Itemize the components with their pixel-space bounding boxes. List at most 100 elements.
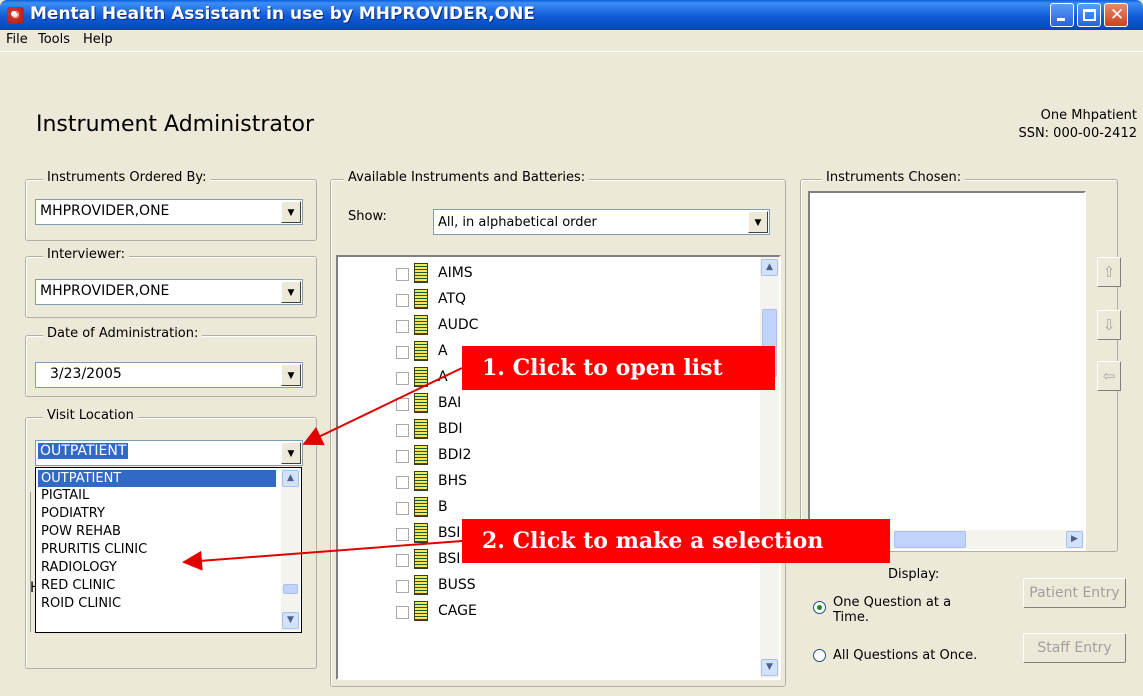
date-label: Date of Administration: [43,326,203,341]
scroll-thumb[interactable] [283,584,298,594]
ordered-by-label: Instruments Ordered By: [43,170,211,185]
checkbox[interactable] [396,398,409,411]
checkbox[interactable] [396,450,409,463]
checkbox[interactable] [396,424,409,437]
instruments-chosen-label: Instruments Chosen: [822,170,966,185]
instrument-label: A [438,369,448,385]
list-item-pigtail[interactable]: PIGTAIL [38,487,276,504]
instrument-label: ATQ [438,291,467,307]
document-icon [414,497,428,517]
radio-all-questions[interactable] [813,649,826,662]
list-item-radiology[interactable]: RADIOLOGY [38,559,276,576]
checkbox[interactable] [396,372,409,385]
option-one-question-label[interactable]: One Question at a Time. [833,595,973,625]
radio-one-question[interactable] [813,601,826,614]
document-icon [414,523,428,543]
checkbox[interactable] [396,476,409,489]
chevron-down-icon[interactable]: ▼ [281,281,301,303]
patient-ssn: SSN: 000-00-2412 [1018,126,1137,141]
instruments-chosen-list[interactable]: ▶ [808,191,1086,551]
available-instruments-label: Available Instruments and Batteries: [344,170,590,185]
instrument-label: BSI [438,525,461,541]
document-icon [414,601,428,621]
checkbox[interactable] [396,502,409,515]
maximize-button[interactable] [1077,3,1101,27]
show-filter-combo[interactable]: All, in alphabetical order ▼ [433,209,770,235]
document-icon [414,575,428,595]
instrument-scrollbar[interactable]: ▲ ▼ [760,257,779,678]
menu-help[interactable]: Help [83,32,113,47]
document-icon [414,471,428,491]
show-filter-value: All, in alphabetical order [438,215,597,230]
document-icon [414,289,428,309]
dropdown-scrollbar[interactable]: ▲ ▼ [281,469,300,631]
move-up-arrow-icon[interactable]: ⇧ [1097,257,1121,287]
list-item-outpatient[interactable]: OUTPATIENT [38,470,276,487]
checkbox[interactable] [396,580,409,593]
menu-file[interactable]: File [6,32,28,47]
checkbox[interactable] [396,346,409,359]
instrument-label: A [438,343,448,359]
staff-entry-button[interactable]: Staff Entry [1023,633,1126,663]
instrument-list[interactable]: AIMS ATQ AUDC A A BAI BDI BDI2 BHS B BSI [336,255,781,680]
page-title: Instrument Administrator [36,112,315,137]
instrument-label: B [438,499,448,515]
checkbox[interactable] [396,554,409,567]
option-all-questions-label[interactable]: All Questions at Once. [833,648,977,663]
checkbox[interactable] [396,528,409,541]
checkbox[interactable] [396,268,409,281]
instrument-label: BUSS [438,577,476,593]
chevron-down-icon[interactable]: ▼ [281,364,301,386]
list-item-pruritis-clinic[interactable]: PRURITIS CLINIC [38,541,276,558]
close-button[interactable]: ✕ [1104,3,1128,27]
list-item-red-clinic[interactable]: RED CLINIC [38,577,276,594]
checkbox[interactable] [396,606,409,619]
list-item-pow-rehab[interactable]: POW REHAB [38,523,276,540]
minimize-icon [1057,18,1065,21]
close-icon: ✕ [1109,5,1125,25]
instrument-label: BDI [438,421,463,437]
instrument-label: BHS [438,473,468,489]
instrument-label: BAI [438,395,462,411]
app-icon: ◉ [7,7,24,24]
chevron-down-icon[interactable]: ▼ [748,211,768,233]
chevron-down-icon[interactable]: ▼ [281,442,301,464]
ordered-by-combo[interactable]: MHPROVIDER,ONE ▼ [35,199,303,225]
move-down-arrow-icon[interactable]: ⇩ [1097,310,1121,340]
patient-entry-button[interactable]: Patient Entry [1023,578,1126,608]
menu-tools[interactable]: Tools [38,32,70,47]
checkbox[interactable] [396,294,409,307]
remove-arrow-icon[interactable]: ⇦ [1097,361,1121,391]
visit-location-combo[interactable]: OUTPATIENT ▼ [35,440,303,466]
list-item-podiatry[interactable]: PODIATRY [38,505,276,522]
interviewer-combo[interactable]: MHPROVIDER,ONE ▼ [35,279,303,305]
document-icon [414,315,428,335]
maximize-icon [1083,9,1096,21]
scroll-up-icon[interactable]: ▲ [282,470,299,487]
document-icon [414,341,428,361]
instrument-label: AUDC [438,317,479,333]
instrument-label: AIMS [438,265,473,281]
date-picker[interactable]: 3/23/2005 ▼ [35,362,303,388]
instrument-label: BDI2 [438,447,472,463]
scroll-down-icon[interactable]: ▼ [282,612,299,629]
scroll-up-icon[interactable]: ▲ [761,259,778,276]
interviewer-value: MHPROVIDER,ONE [40,283,170,299]
document-icon [414,263,428,283]
visit-location-label: Visit Location [43,408,138,423]
patient-name: One Mhpatient [1040,108,1137,123]
chevron-down-icon[interactable]: ▼ [281,201,301,223]
scroll-down-icon[interactable]: ▼ [761,659,778,676]
minimize-button[interactable] [1050,3,1074,27]
document-icon [414,393,428,413]
visit-location-dropdown-list[interactable]: OUTPATIENT PIGTAIL PODIATRY POW REHAB PR… [35,467,302,633]
visit-location-value: OUTPATIENT [38,443,129,459]
scroll-thumb[interactable] [894,531,966,548]
menu-bar [0,30,1143,52]
callout-open-list: 1. Click to open list [462,346,775,390]
window-title: Mental Health Assistant in use by MHPROV… [30,4,535,24]
list-item-roid-clinic[interactable]: ROID CLINIC [38,595,276,612]
checkbox[interactable] [396,320,409,333]
ordered-by-value: MHPROVIDER,ONE [40,203,170,219]
scroll-right-icon[interactable]: ▶ [1066,531,1083,548]
